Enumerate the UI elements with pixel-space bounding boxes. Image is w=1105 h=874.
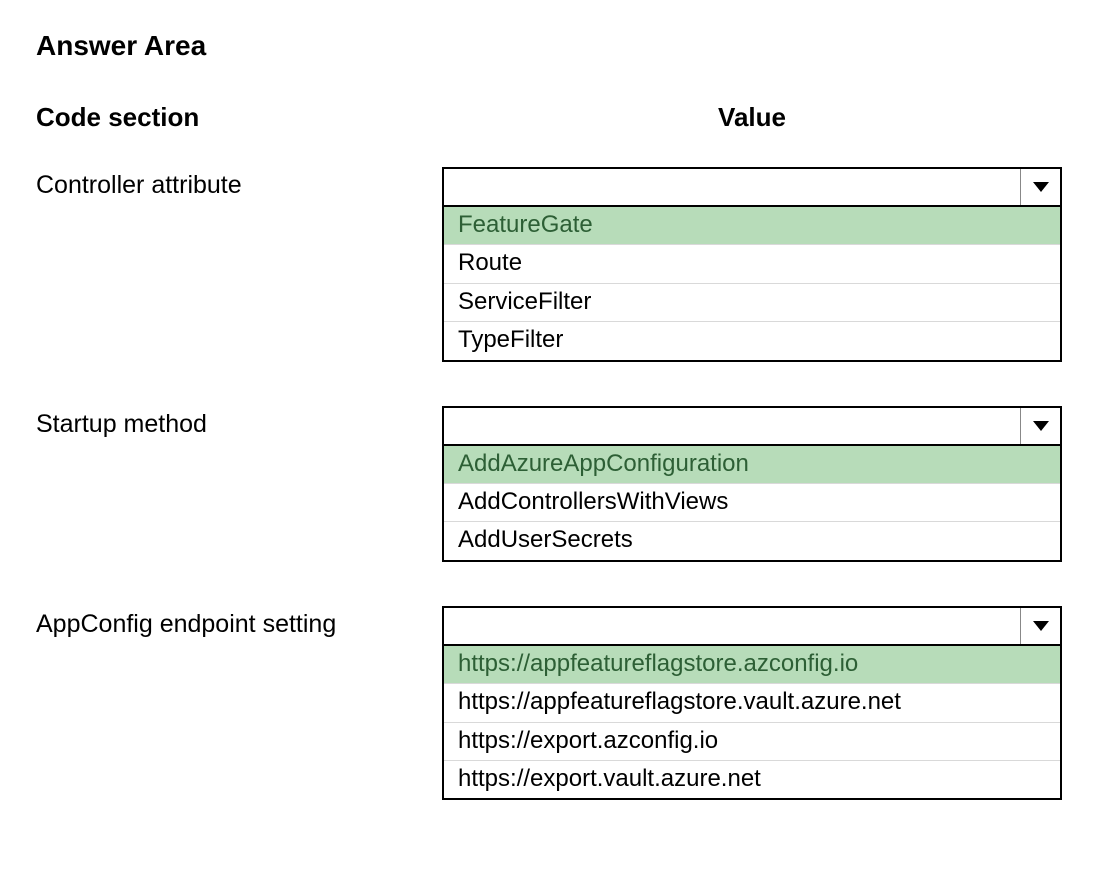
dropdown-option[interactable]: ServiceFilter (444, 284, 1060, 322)
chevron-down-icon[interactable] (1020, 608, 1060, 644)
dropdown-option[interactable]: https://export.azconfig.io (444, 723, 1060, 761)
answer-section: AppConfig endpoint settinghttps://appfea… (36, 606, 1075, 801)
dropdown-option[interactable]: FeatureGate (444, 207, 1060, 245)
answer-section: Controller attributeFeatureGateRouteServ… (36, 167, 1075, 362)
dropdown-select[interactable] (442, 606, 1062, 646)
dropdown-select[interactable] (442, 167, 1062, 207)
dropdown-option[interactable]: https://appfeatureflagstore.vault.azure.… (444, 684, 1060, 722)
value-column: FeatureGateRouteServiceFilterTypeFilter (442, 167, 1062, 362)
dropdown-option[interactable]: AddUserSecrets (444, 522, 1060, 559)
column-headers: Code section Value (36, 102, 1075, 133)
dropdown-value[interactable] (444, 169, 1020, 205)
dropdown-option[interactable]: https://export.vault.azure.net (444, 761, 1060, 798)
dropdown-option[interactable]: Route (444, 245, 1060, 283)
chevron-down-icon[interactable] (1020, 408, 1060, 444)
dropdown-options: https://appfeatureflagstore.azconfig.ioh… (442, 646, 1062, 801)
dropdown-option[interactable]: AddControllersWithViews (444, 484, 1060, 522)
value-column: AddAzureAppConfigurationAddControllersWi… (442, 406, 1062, 562)
section-label: AppConfig endpoint setting (36, 606, 442, 639)
section-label: Startup method (36, 406, 442, 439)
dropdown-options: AddAzureAppConfigurationAddControllersWi… (442, 446, 1062, 562)
value-column: https://appfeatureflagstore.azconfig.ioh… (442, 606, 1062, 801)
chevron-down-icon[interactable] (1020, 169, 1060, 205)
value-header: Value (442, 102, 1062, 133)
dropdown-option[interactable]: TypeFilter (444, 322, 1060, 359)
dropdown-option[interactable]: https://appfeatureflagstore.azconfig.io (444, 646, 1060, 684)
page-title: Answer Area (36, 30, 1075, 62)
dropdown-option[interactable]: AddAzureAppConfiguration (444, 446, 1060, 484)
dropdown-value[interactable] (444, 608, 1020, 644)
dropdown-options: FeatureGateRouteServiceFilterTypeFilter (442, 207, 1062, 362)
code-section-header: Code section (36, 102, 442, 133)
answer-section: Startup methodAddAzureAppConfigurationAd… (36, 406, 1075, 562)
dropdown-select[interactable] (442, 406, 1062, 446)
section-label: Controller attribute (36, 167, 442, 200)
dropdown-value[interactable] (444, 408, 1020, 444)
